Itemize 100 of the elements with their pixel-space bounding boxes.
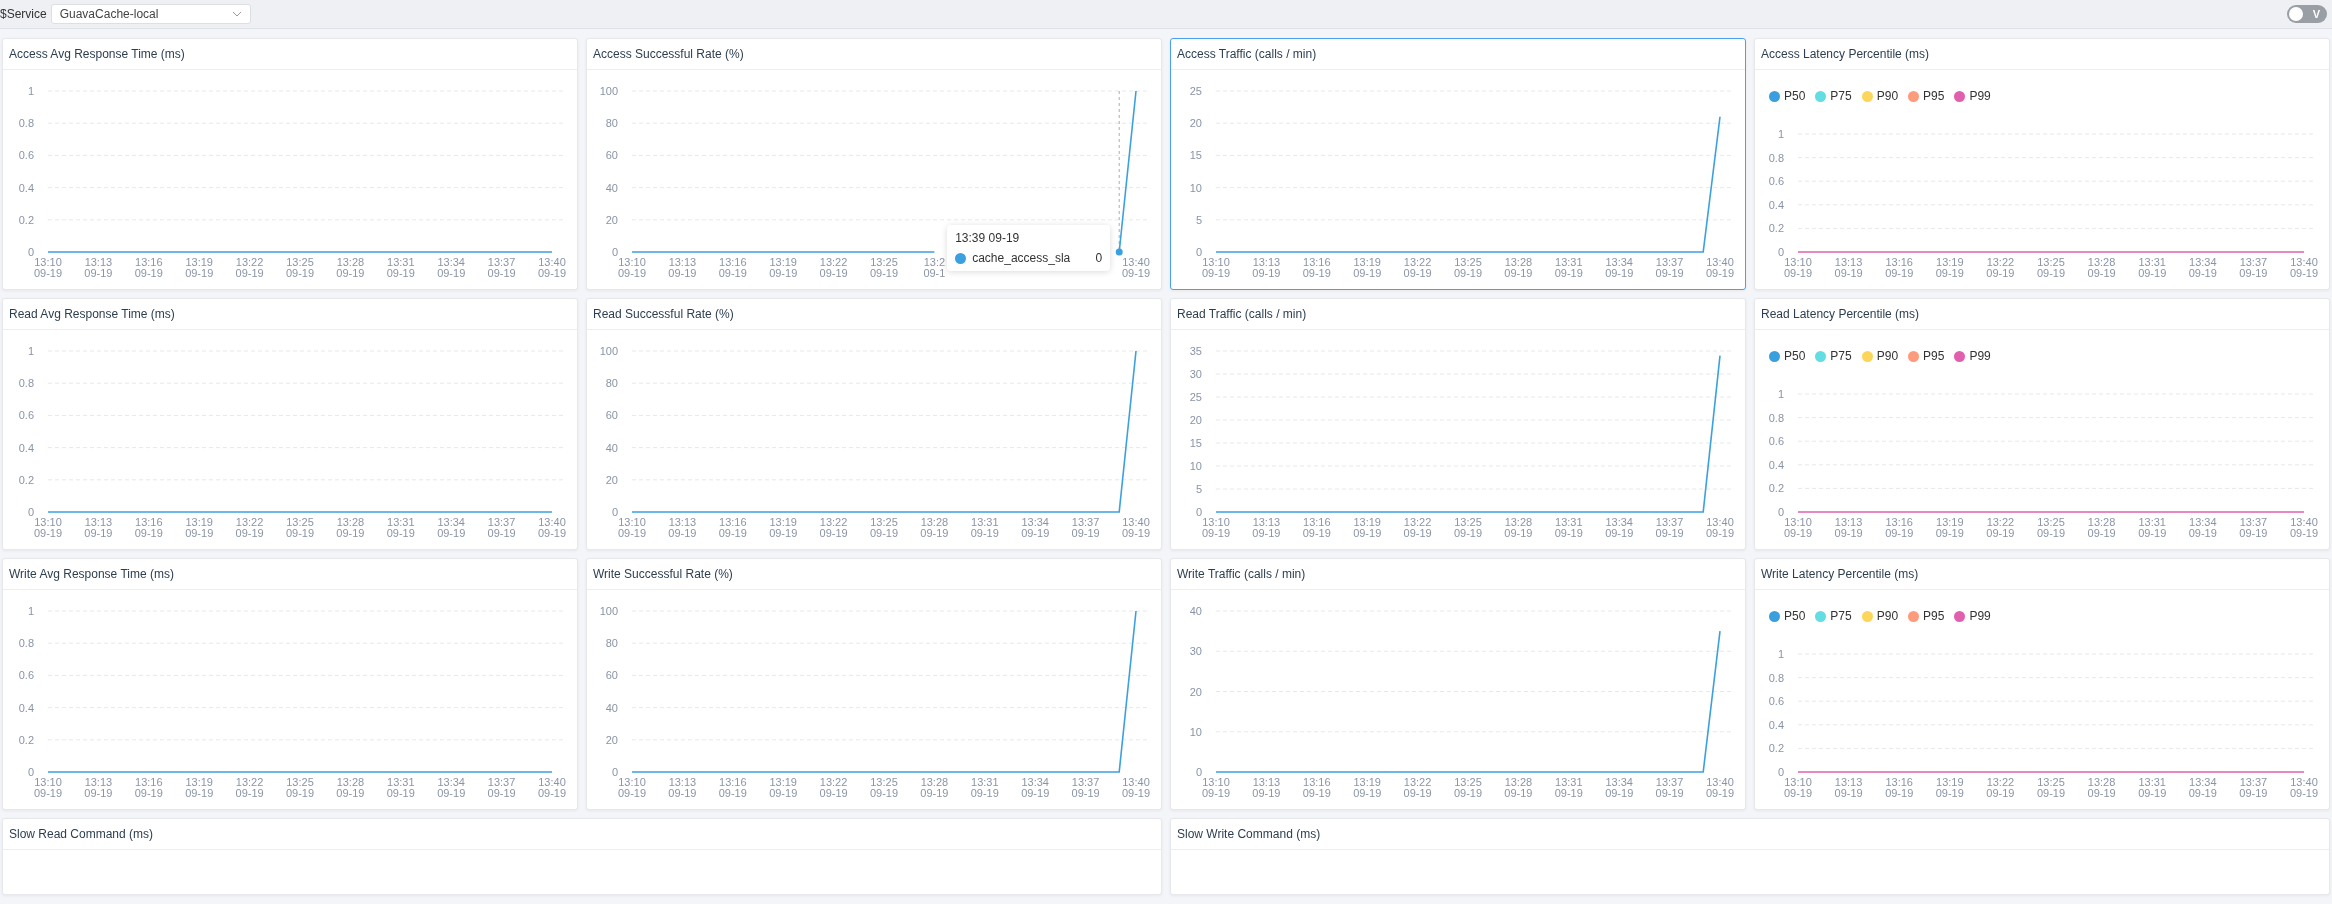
axis-label: 80 bbox=[605, 117, 618, 130]
axis-label: 13:31 09-19 bbox=[2138, 776, 2167, 799]
axis-label: 25 bbox=[1189, 85, 1202, 97]
axis-label: 13:25 09-19 bbox=[1453, 256, 1483, 279]
axis-label: 13:37 09-19 bbox=[1655, 776, 1684, 799]
axis-label: 13:31 09-19 bbox=[1554, 516, 1583, 539]
axis-label: 13:22 09-19 bbox=[1403, 516, 1432, 539]
axis-label: 0 bbox=[1777, 766, 1784, 778]
axis-label: 15 bbox=[1189, 437, 1202, 449]
axis-label: 13:40 09-19 bbox=[1705, 516, 1735, 539]
axis-label: 13:16 09-19 bbox=[1302, 516, 1331, 539]
axis-label: 0.8 bbox=[18, 377, 34, 390]
legend-label[interactable]: P50 bbox=[1784, 349, 1806, 363]
axis-label: 13:19 09-19 bbox=[1935, 256, 1964, 279]
legend-label[interactable]: P90 bbox=[1876, 89, 1899, 103]
axis-label: 0.4 bbox=[1768, 198, 1784, 211]
panel-title: Write Successful Rate (%) bbox=[593, 567, 733, 581]
axis-label: 0.6 bbox=[18, 149, 34, 162]
axis-label: 13:25 09-19 bbox=[1453, 516, 1483, 539]
axis-label: 13:13 09-19 bbox=[1834, 776, 1863, 799]
axis-label: 13:31 09-19 bbox=[2138, 516, 2167, 539]
panel-title: Write Latency Percentile (ms) bbox=[1761, 567, 1919, 581]
axis-label: 10 bbox=[1189, 725, 1202, 738]
axis-label: 13:25 09-19 bbox=[869, 516, 899, 539]
axis-label: 0 bbox=[1777, 506, 1784, 518]
legend-label[interactable]: P90 bbox=[1876, 609, 1899, 623]
legend-label[interactable]: P75 bbox=[1830, 89, 1852, 103]
axis-label: 13:34 09-19 bbox=[437, 516, 466, 539]
legend-label[interactable]: P50 bbox=[1784, 609, 1806, 623]
axis-label: 13:22 09-19 bbox=[1403, 256, 1432, 279]
axis-label: 1 bbox=[1777, 128, 1784, 140]
axis-label: 0.6 bbox=[1768, 435, 1784, 448]
axis-label: 60 bbox=[605, 669, 618, 682]
axis-label: 13:10 09-19 bbox=[1783, 516, 1813, 539]
axis-label: 0.4 bbox=[1768, 718, 1784, 731]
axis-label: 13:37 09-19 bbox=[487, 776, 516, 799]
axis-label: 20 bbox=[605, 733, 618, 746]
axis-label: 0 bbox=[611, 246, 618, 258]
axis-label: 13:16 09-19 bbox=[134, 776, 163, 799]
axis-label: 13:22 09-19 bbox=[235, 256, 264, 279]
axis-label: 13:28 09-19 bbox=[1504, 776, 1533, 799]
axis-label: 1 bbox=[1777, 648, 1784, 660]
axis-label: 13:19 09-19 bbox=[1935, 516, 1964, 539]
axis-label: 13:16 09-19 bbox=[718, 776, 747, 799]
legend-label[interactable]: P95 bbox=[1923, 89, 1945, 103]
service-select[interactable]: GuavaCache-local bbox=[50, 4, 251, 24]
axis-label: 0.2 bbox=[18, 733, 34, 746]
axis-label: 13:37 09-19 bbox=[1071, 516, 1100, 539]
axis-label: 0.8 bbox=[1768, 411, 1784, 424]
axis-label: 30 bbox=[1189, 645, 1202, 658]
axis-label: 10 bbox=[1189, 181, 1202, 194]
legend-label[interactable]: P50 bbox=[1784, 89, 1806, 103]
axis-label: 0 bbox=[27, 766, 34, 778]
axis-label: 13:22 09-19 bbox=[235, 776, 264, 799]
axis-label: 13:28 09-19 bbox=[336, 516, 365, 539]
axis-label: 1 bbox=[27, 605, 34, 617]
axis-label: 13:25 09-19 bbox=[2036, 516, 2066, 539]
axis-label: 13:40 09-19 bbox=[2289, 776, 2319, 799]
data-point bbox=[1115, 248, 1123, 256]
axis-label: 13:25 09-19 bbox=[869, 776, 899, 799]
legend-label[interactable]: P75 bbox=[1830, 349, 1852, 363]
axis-label: 13:13 09-19 bbox=[84, 776, 113, 799]
series-value: 0 bbox=[1095, 251, 1103, 265]
panel-title: Access Avg Response Time (ms) bbox=[9, 47, 185, 61]
panel-title: Access Latency Percentile (ms) bbox=[1761, 47, 1930, 61]
axis-label: 20 bbox=[1189, 685, 1202, 698]
axis-label: 13:40 09-19 bbox=[2289, 256, 2319, 279]
axis-label: 13:25 09-19 bbox=[285, 776, 315, 799]
axis-label: 20 bbox=[605, 473, 618, 486]
axis-label: 13:31 09-19 bbox=[2138, 256, 2167, 279]
axis-label: 13:13 09-19 bbox=[1834, 256, 1863, 279]
axis-label: 0.6 bbox=[1768, 175, 1784, 188]
axis-label: 40 bbox=[605, 181, 618, 194]
axis-label: 40 bbox=[605, 701, 618, 714]
axis-label: 13:16 09-19 bbox=[718, 256, 747, 279]
axis-label: 15 bbox=[1189, 149, 1202, 162]
axis-label: 13:19 09-19 bbox=[185, 776, 214, 799]
tooltip-title: 13:39 09-19 bbox=[955, 231, 1021, 245]
panel-title: Read Successful Rate (%) bbox=[593, 307, 734, 321]
legend-label[interactable]: P99 bbox=[1969, 609, 1991, 623]
axis-label: 60 bbox=[605, 149, 618, 162]
legend-label[interactable]: P90 bbox=[1876, 349, 1899, 363]
axis-label: 0.4 bbox=[18, 181, 34, 194]
panel-title: Slow Write Command (ms) bbox=[1177, 827, 1321, 841]
axis-label: 13:40 09-19 bbox=[537, 256, 567, 279]
axis-label: 13:16 09-19 bbox=[1302, 776, 1331, 799]
legend-label[interactable]: P95 bbox=[1923, 609, 1945, 623]
legend-label[interactable]: P99 bbox=[1969, 89, 1991, 103]
legend-label[interactable]: P99 bbox=[1969, 349, 1991, 363]
axis-label: 13:22 09-19 bbox=[235, 516, 264, 539]
axis-label: 0 bbox=[611, 506, 618, 518]
legend-label[interactable]: P75 bbox=[1830, 609, 1852, 623]
axis-label: 13:40 09-19 bbox=[1121, 516, 1151, 539]
axis-label: 13:19 09-19 bbox=[185, 516, 214, 539]
axis-label: 13:34 09-19 bbox=[2188, 776, 2217, 799]
axis-label: 13:37 09-19 bbox=[1071, 776, 1100, 799]
axis-label: 5 bbox=[1195, 483, 1202, 495]
legend-label[interactable]: P95 bbox=[1923, 349, 1945, 363]
panel-title: Write Traffic (calls / min) bbox=[1177, 567, 1306, 581]
axis-label: 13:34 09-19 bbox=[2188, 516, 2217, 539]
